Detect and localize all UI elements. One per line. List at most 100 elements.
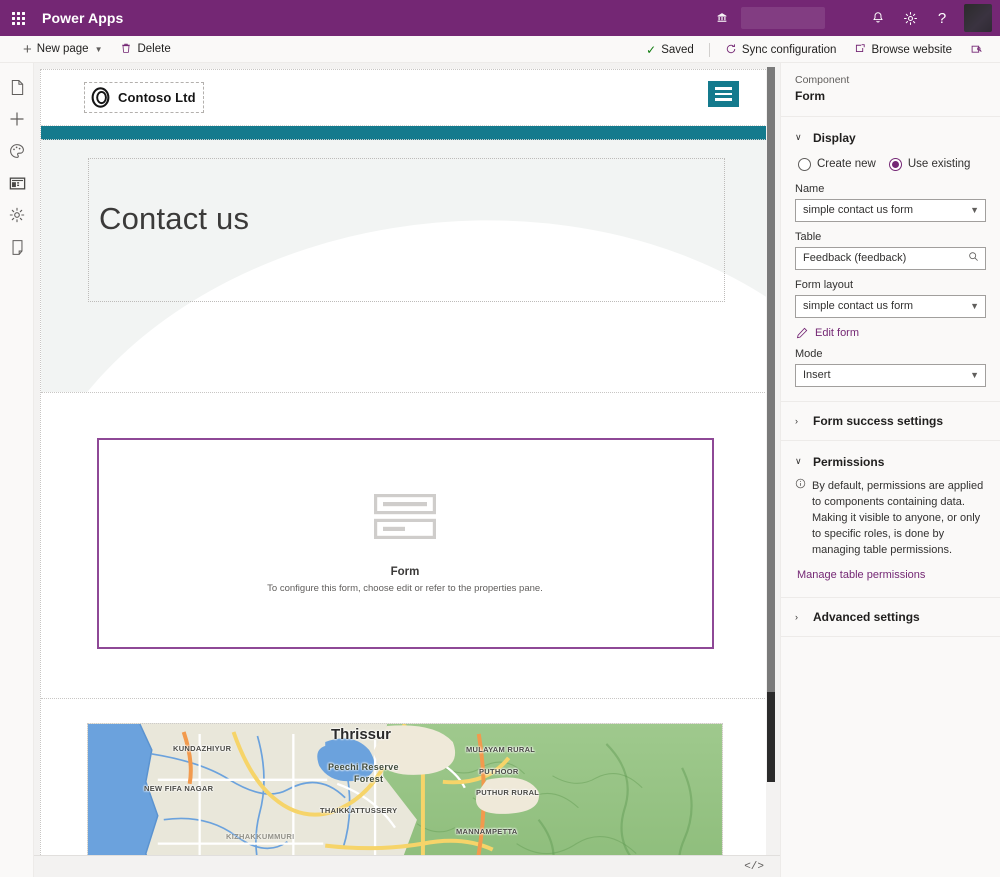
display-section: ∨ Display Create new Use existing Name s… [781, 117, 1000, 402]
hero-text-block[interactable]: Contact us [88, 158, 725, 302]
chevron-down-icon: ∨ [795, 456, 802, 467]
permissions-info: By default, permissions are applied to c… [795, 478, 986, 559]
form-source-radio-group: Create new Use existing [798, 157, 986, 171]
permissions-info-text: By default, permissions are applied to c… [812, 479, 984, 557]
sidebar-item-components[interactable] [0, 167, 34, 199]
map-label: Forest [354, 774, 384, 784]
pencil-icon [796, 327, 808, 339]
form-layout-value: simple contact us form [803, 300, 914, 313]
advanced-settings-title: Advanced settings [813, 610, 920, 625]
header-accent-strip [41, 126, 769, 140]
chevron-down-icon: ▼ [970, 370, 979, 381]
form-placeholder-title: Form [390, 565, 420, 578]
radio-use-existing-label: Use existing [907, 158, 971, 171]
trash-icon [120, 42, 132, 56]
settings-gear-icon[interactable] [894, 0, 926, 36]
form-success-settings-title: Form success settings [813, 413, 944, 428]
check-icon: ✓ [646, 42, 657, 57]
divider [708, 42, 710, 57]
sidebar-item-add[interactable] [0, 103, 34, 135]
delete-label: Delete [137, 43, 171, 55]
left-rail [0, 63, 34, 877]
map-label: Thrissur [331, 726, 392, 743]
radio-use-existing[interactable]: Use existing [888, 157, 971, 171]
table-lookup-field[interactable]: Feedback (feedback) [795, 246, 986, 270]
display-section-title: Display [813, 130, 856, 145]
advanced-settings-header[interactable]: › Advanced settings [795, 610, 986, 624]
page-icon [11, 79, 23, 95]
canvas-scrollbar[interactable] [766, 63, 775, 855]
name-label: Name [795, 182, 825, 195]
delete-button[interactable]: Delete [111, 37, 179, 62]
page-title: Contact us [99, 201, 250, 236]
browse-website-label: Browse website [871, 43, 952, 56]
code-editor-icon[interactable]: </> [740, 861, 768, 873]
new-page-label: New page [36, 43, 89, 55]
device-icon [12, 239, 22, 255]
form-layout-dropdown[interactable]: simple contact us form ▼ [795, 294, 986, 318]
form-component[interactable]: Form To configure this form, choose edit… [96, 438, 714, 649]
edit-form-link[interactable]: Edit form [796, 327, 986, 339]
site-header-section[interactable]: Contoso Ltd [41, 70, 769, 126]
hero-section[interactable]: Contact us [41, 140, 769, 392]
chevron-right-icon: › [795, 415, 798, 426]
form-icon [374, 493, 436, 539]
mode-dropdown[interactable]: Insert ▼ [795, 363, 986, 387]
brand-bar: Power Apps ? [0, 0, 1000, 36]
manage-table-permissions-link[interactable]: Manage table permissions [797, 569, 986, 581]
map-label: NEW FIFA NAGAR [144, 784, 214, 793]
site-logo[interactable]: Contoso Ltd [84, 82, 204, 113]
plus-icon: + [23, 40, 32, 58]
saved-status: ✓ Saved [637, 37, 703, 62]
map-label: KUNDAZHIYUR [173, 744, 232, 753]
display-section-header[interactable]: ∨ Display [795, 125, 986, 151]
sidebar-item-pages[interactable] [0, 71, 34, 103]
page-canvas[interactable]: Contoso Ltd Contact us Form To configure… [40, 69, 770, 855]
panel-header: Component Form [781, 63, 1000, 117]
avatar[interactable] [964, 4, 992, 32]
form-placeholder-subtitle: To configure this form, choose edit or r… [267, 582, 543, 594]
hamburger-icon[interactable] [708, 81, 739, 107]
sidebar-item-mobile-preview[interactable] [0, 231, 34, 263]
help-icon[interactable]: ? [926, 0, 958, 36]
advanced-settings-section: › Advanced settings [781, 598, 1000, 638]
chevron-down-icon: ▼ [970, 301, 979, 312]
properties-panel: Component Form ∨ Display Create new Use … [780, 63, 1000, 877]
panel-kicker: Component [795, 74, 850, 86]
new-page-button[interactable]: + New page ▼ [14, 37, 111, 62]
status-bar: </> [34, 855, 780, 877]
radio-create-new[interactable]: Create new [798, 157, 876, 171]
map-section[interactable]: Thrissur KUNDAZHIYUR NEW FIFA NAGAR THAI… [41, 699, 769, 855]
form-section[interactable]: Form To configure this form, choose edit… [41, 393, 769, 698]
app-title: Power Apps [42, 10, 124, 26]
name-dropdown[interactable]: simple contact us form ▼ [795, 198, 986, 222]
radio-dot-unselected [798, 157, 811, 171]
canvas-scrollbar-thumb-lower[interactable] [767, 692, 775, 782]
gear-icon [9, 207, 25, 223]
command-bar-left: + New page ▼ Delete [0, 37, 180, 62]
share-button[interactable] [961, 37, 992, 62]
mode-label: Mode [795, 347, 823, 360]
browse-website-button[interactable]: Browse website [845, 37, 961, 62]
map-component[interactable]: Thrissur KUNDAZHIYUR NEW FIFA NAGAR THAI… [87, 723, 723, 855]
table-label: Table [795, 230, 822, 243]
sidebar-item-theme[interactable] [0, 135, 34, 167]
name-value: simple contact us form [803, 204, 914, 217]
notifications-icon[interactable] [862, 0, 894, 36]
canvas-scrollbar-thumb[interactable] [767, 67, 775, 692]
form-success-settings-header[interactable]: › Form success settings [795, 414, 986, 428]
map-label: MULAYAM RURAL [466, 745, 536, 754]
site-logo-text: Contoso Ltd [118, 90, 196, 105]
permissions-section: ∨ Permissions By default, permissions ar… [781, 441, 1000, 599]
app-launcher-button[interactable] [0, 0, 36, 36]
mode-value: Insert [803, 369, 831, 382]
palette-icon [10, 144, 24, 158]
form-layout-label: Form layout [795, 278, 854, 291]
design-canvas-container: Contoso Ltd Contact us Form To configure… [34, 63, 780, 855]
map-label: PUTHUR RURAL [476, 788, 540, 797]
sync-configuration-button[interactable]: Sync configuration [716, 37, 846, 62]
map-label: Peechi Reserve [328, 762, 399, 772]
permissions-section-header[interactable]: ∨ Permissions [795, 449, 986, 475]
environment-pill[interactable] [741, 7, 825, 29]
sidebar-item-settings[interactable] [0, 199, 34, 231]
